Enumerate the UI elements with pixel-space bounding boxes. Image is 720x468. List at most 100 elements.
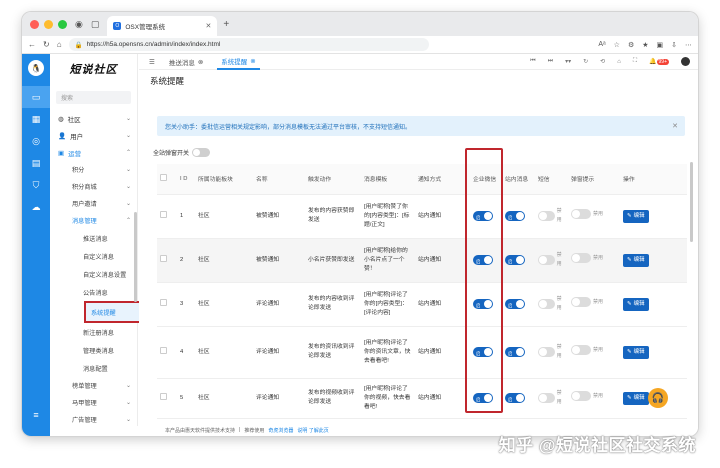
- sidebar-item-custom-message-settings[interactable]: 自定义消息设置: [50, 265, 137, 283]
- sms-toggle[interactable]: 禁用: [535, 282, 569, 327]
- site-message-toggle[interactable]: 启: [502, 282, 535, 327]
- user-avatar[interactable]: 🐧: [28, 60, 44, 76]
- wechat-work-toggle[interactable]: 启: [470, 378, 502, 419]
- sidebar-sub-ads[interactable]: 广告管理 ⌄: [50, 411, 137, 428]
- read-aloud-icon[interactable]: Aᵃ: [598, 41, 605, 49]
- row-checkbox[interactable]: [157, 326, 177, 379]
- cloud-icon[interactable]: ☁: [22, 196, 50, 218]
- edit-button[interactable]: ✎ 编辑: [620, 282, 687, 327]
- popup-toggle[interactable]: 禁用: [568, 194, 621, 239]
- refresh-icon[interactable]: ↻: [43, 40, 50, 49]
- row-checkbox[interactable]: [157, 194, 177, 239]
- popup-toggle[interactable]: 禁用: [568, 282, 621, 327]
- popup-toggle[interactable]: 禁用: [568, 378, 621, 419]
- support-icon[interactable]: 🎧: [648, 388, 668, 408]
- close-notice-icon[interactable]: ✕: [672, 122, 678, 130]
- sidebar-sub-points[interactable]: 积分 ⌄: [50, 161, 137, 178]
- sidebar-item-users[interactable]: 👤 用户 ⌄: [50, 127, 137, 144]
- sms-toggle[interactable]: 禁用: [535, 378, 569, 419]
- site-message-toggle[interactable]: 启: [502, 194, 535, 239]
- shield-icon[interactable]: ⛉: [22, 174, 50, 196]
- collections-icon[interactable]: ▣: [657, 41, 664, 49]
- site-message-toggle[interactable]: 启: [502, 326, 535, 379]
- new-tab-button[interactable]: +: [223, 12, 229, 36]
- sidebar-sub-vest[interactable]: 马甲管理 ⌄: [50, 394, 137, 411]
- lock-screen-icon[interactable]: ⌂: [617, 59, 621, 65]
- select-all-checkbox[interactable]: [157, 164, 177, 195]
- home-icon[interactable]: ⌂: [57, 40, 62, 49]
- sidebar-item-message-config[interactable]: 消息配置: [50, 359, 137, 377]
- wechat-work-toggle[interactable]: 启: [470, 238, 502, 283]
- more-icon[interactable]: ⋯: [685, 41, 692, 49]
- next-tab-icon[interactable]: ⏭: [548, 58, 553, 65]
- user-menu-avatar[interactable]: [681, 57, 690, 66]
- sidebar-sub-points-mall[interactable]: 积分商城 ⌄: [50, 178, 137, 195]
- row-name: 被赞通知: [253, 238, 305, 283]
- monitor-icon[interactable]: ▭: [22, 86, 50, 108]
- maximize-window-button[interactable]: [58, 19, 67, 29]
- browser-tab[interactable]: O OSX管理系统 ✕: [107, 16, 218, 36]
- close-window-button[interactable]: [30, 19, 39, 29]
- sidebar-item-admin-message[interactable]: 管理类消息: [50, 341, 137, 359]
- reminder-table: I D 所属功能板块 名称 触发动作 消息模板 通知方式 企业微信 站内消息 短…: [157, 164, 687, 419]
- tab-menu-icon[interactable]: ▾▾: [565, 58, 571, 65]
- chart-icon[interactable]: ▤: [22, 152, 50, 174]
- wechat-work-toggle[interactable]: 启: [470, 194, 502, 239]
- sidebar-sub-message-manage[interactable]: 消息管理 ⌃: [50, 212, 137, 229]
- sidebar-search-input[interactable]: 搜索: [56, 91, 131, 104]
- sms-toggle[interactable]: 禁用: [535, 238, 569, 283]
- favorites-bar-icon[interactable]: ★: [642, 41, 648, 49]
- extensions-icon[interactable]: ⚙: [628, 41, 634, 49]
- fullscreen-icon[interactable]: ⛶: [633, 58, 637, 65]
- sidebar-item-custom-message[interactable]: 自定义消息: [50, 247, 137, 265]
- row-checkbox[interactable]: [157, 238, 177, 283]
- tab-push-message[interactable]: 推送消息 ⊗: [165, 54, 207, 70]
- tab-actions-icon[interactable]: ▢: [91, 12, 100, 36]
- sidebar-item-operations[interactable]: ▣ 运营 ⌃: [50, 144, 137, 161]
- url-field[interactable]: 🔒 https://h5a.opensns.cn/admin/index/ind…: [68, 38, 429, 51]
- favorite-icon[interactable]: ☆: [614, 41, 620, 49]
- edit-button[interactable]: ✎ 编辑: [620, 326, 687, 379]
- tab-system-reminder[interactable]: 系统提醒 ⊗: [217, 54, 260, 70]
- tab-close-icon[interactable]: ⊗: [198, 58, 203, 66]
- popup-toggle[interactable]: 禁用: [568, 326, 621, 379]
- sidebar-sub-invite[interactable]: 用户邀请 ⌄: [50, 195, 137, 212]
- profile-icon[interactable]: ◉: [75, 12, 83, 36]
- footer-browser-link[interactable]: 奇虎浏览器: [268, 427, 293, 434]
- sidebar-item-new-register[interactable]: 新注册消息: [50, 323, 137, 341]
- wechat-work-toggle[interactable]: 启: [470, 282, 502, 327]
- edit-button[interactable]: ✎ 编辑: [620, 194, 687, 239]
- grid-icon[interactable]: ▦: [22, 108, 50, 130]
- row-checkbox[interactable]: [157, 378, 177, 419]
- collapse-icon[interactable]: ≡: [22, 404, 50, 426]
- sidebar-item-community[interactable]: ◍ 社区 ⌄: [50, 110, 137, 127]
- globe-icon[interactable]: ◎: [22, 130, 50, 152]
- sms-toggle[interactable]: 禁用: [535, 326, 569, 379]
- minimize-window-button[interactable]: [44, 19, 53, 29]
- sidebar-item-push-message[interactable]: 推送消息: [50, 229, 137, 247]
- clear-cache-icon[interactable]: ⟲: [600, 58, 605, 65]
- close-tab-icon[interactable]: ✕: [206, 22, 212, 30]
- sidebar-scrollbar[interactable]: [134, 212, 137, 302]
- watermark: 知乎 @短说社区社交系统: [498, 436, 696, 455]
- popup-toggle[interactable]: 禁用: [568, 238, 621, 283]
- refresh-page-icon[interactable]: ↻: [583, 58, 588, 65]
- footer-tail-link[interactable]: 说明 了解此页: [297, 427, 328, 434]
- global-popup-switch[interactable]: [192, 148, 211, 157]
- tab-close-icon[interactable]: ⊗: [250, 57, 255, 65]
- sidebar-sub-rankings[interactable]: 榜单管理 ⌄: [50, 377, 137, 394]
- site-message-toggle[interactable]: 启: [502, 238, 535, 283]
- edit-button[interactable]: ✎ 编辑: [620, 238, 687, 283]
- sms-toggle[interactable]: 禁用: [535, 194, 569, 239]
- site-message-toggle[interactable]: 启: [502, 378, 535, 419]
- table-scrollbar[interactable]: [690, 162, 693, 242]
- downloads-icon[interactable]: ⇩: [671, 41, 677, 49]
- sidebar-item-announcement[interactable]: 公告消息: [50, 283, 137, 301]
- prev-tab-icon[interactable]: ⏮: [530, 58, 535, 65]
- notification-icon[interactable]: 🔔 99+: [649, 58, 669, 65]
- back-icon[interactable]: ←: [28, 40, 36, 49]
- sidebar-item-system-reminder[interactable]: 系统提醒: [50, 301, 158, 323]
- wechat-work-toggle[interactable]: 启: [470, 326, 502, 379]
- menu-toggle-icon[interactable]: ☰: [149, 58, 155, 66]
- row-checkbox[interactable]: [157, 282, 177, 327]
